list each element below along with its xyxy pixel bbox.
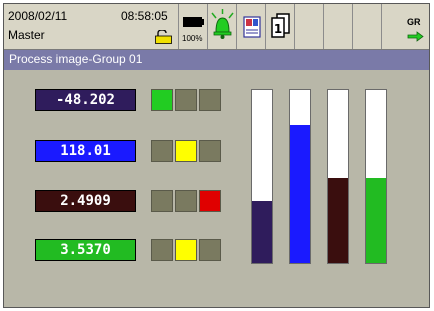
channel-3-indicator-3 bbox=[199, 190, 221, 212]
channel-2-bar-fill bbox=[290, 124, 310, 263]
gr-switch-icon[interactable] bbox=[400, 4, 429, 49]
channel-2-indicator-2 bbox=[175, 140, 197, 162]
user-display: Master bbox=[8, 28, 45, 42]
channel-3-indicator-2 bbox=[175, 190, 197, 212]
alarm-bell-icon[interactable] bbox=[208, 4, 237, 49]
channel-1-bar bbox=[251, 89, 273, 264]
channel-4-value: 3.5370 bbox=[35, 239, 136, 261]
status-bar: 2008/02/11 08:58:05 Master 100% 1 GR bbox=[4, 4, 429, 50]
channel-1-indicator-1 bbox=[151, 89, 173, 111]
channel-4-indicator-3 bbox=[199, 239, 221, 261]
channel-2-indicator-1 bbox=[151, 140, 173, 162]
battery-level: 100% bbox=[182, 34, 203, 43]
channel-2-bar bbox=[289, 89, 311, 264]
empty-slot-2 bbox=[324, 4, 353, 49]
empty-slot-3 bbox=[353, 4, 382, 49]
empty-slot-1 bbox=[295, 4, 324, 49]
memory-card-icon[interactable] bbox=[237, 4, 266, 49]
channel-1-value: -48.202 bbox=[35, 89, 136, 111]
svg-text:1: 1 bbox=[274, 22, 282, 36]
channel-3-value: 2.4909 bbox=[35, 190, 136, 212]
channel-2-indicator-3 bbox=[199, 140, 221, 162]
channel-1-bar-fill bbox=[252, 200, 272, 263]
lock-icon bbox=[155, 30, 172, 44]
footer-area bbox=[4, 274, 429, 307]
date-display: 2008/02/11 bbox=[8, 9, 68, 23]
gr-switch-slot[interactable]: GR bbox=[400, 4, 429, 49]
page-title: Process image-Group 01 bbox=[9, 52, 143, 66]
channel-4-indicator-1 bbox=[151, 239, 173, 261]
channel-2-value: 118.01 bbox=[35, 140, 136, 162]
channel-1-indicator-3 bbox=[199, 89, 221, 111]
status-info: 2008/02/11 08:58:05 Master bbox=[4, 4, 179, 49]
copy-slot[interactable]: 1 bbox=[266, 4, 295, 49]
channel-3-bar bbox=[327, 89, 349, 264]
channel-4-indicator-2 bbox=[175, 239, 197, 261]
memory-slot[interactable] bbox=[237, 4, 266, 49]
title-bar: Process image-Group 01 bbox=[4, 50, 429, 70]
battery-icon bbox=[183, 17, 204, 27]
alarm-slot[interactable] bbox=[208, 4, 237, 49]
channel-4-bar-fill bbox=[366, 178, 386, 263]
time-display: 08:58:05 bbox=[121, 9, 168, 23]
battery-slot: 100% bbox=[179, 4, 208, 49]
channel-3-indicator-1 bbox=[151, 190, 173, 212]
channel-3-bar-fill bbox=[328, 178, 348, 263]
copy-pages-icon[interactable]: 1 bbox=[266, 4, 295, 49]
channel-4-bar bbox=[365, 89, 387, 264]
channel-1-indicator-2 bbox=[175, 89, 197, 111]
device-screen: 2008/02/11 08:58:05 Master 100% 1 GR Pro… bbox=[3, 3, 430, 308]
